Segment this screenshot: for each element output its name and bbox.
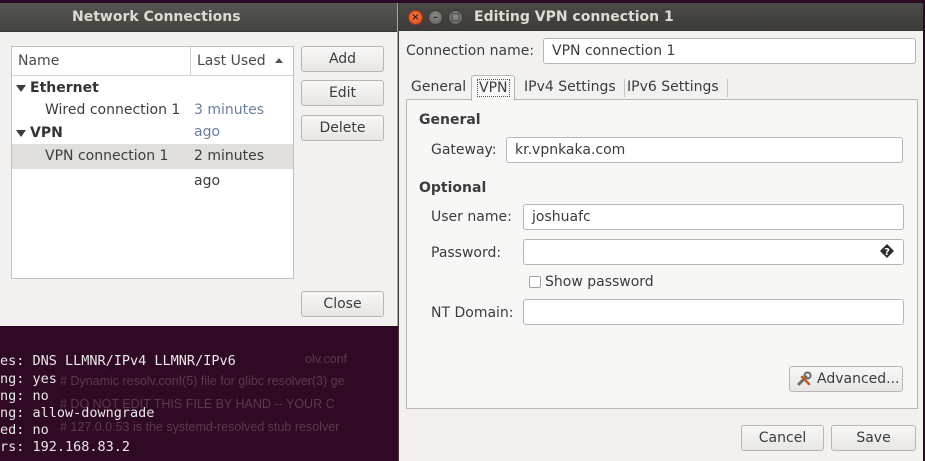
network-connections-window: Network Connections Name Last Used Ether… [0,3,398,326]
connection-last-used: 2 minutes ago [194,148,265,189]
tree-row-vpn-connection-1[interactable]: VPN connection 1 2 minutes ago [12,144,293,189]
save-button[interactable]: Save [831,425,916,451]
add-button[interactable]: Add [301,46,384,72]
tab-vpn[interactable]: VPN [471,75,515,101]
tree-row-wired-connection-1[interactable]: Wired connection 1 3 minutes ago [12,99,293,140]
tab-label: IPv6 Settings [627,79,719,95]
advanced-button[interactable]: Advanced... [789,366,903,392]
password-field[interactable] [523,239,904,265]
terminal-line: ng: yes [0,371,57,387]
general-heading: General [419,112,481,128]
advanced-label: Advanced... [817,371,900,387]
tab-ipv4-settings[interactable]: IPv4 Settings [519,75,625,101]
connection-name: VPN connection 1 [45,148,169,164]
edit-button[interactable]: Edit [301,80,384,106]
terminal-window: olv.conf # Dynamic resolv.conf(5) file f… [0,325,400,461]
editing-vpn-window: × – □ Editing VPN connection 1 Connectio… [398,3,923,461]
terminal-ghost-line: # Dynamic resolv.conf(5) file for glibc … [60,374,345,388]
window-maximize-icon[interactable]: □ [448,10,463,25]
sort-ascending-icon [275,58,283,63]
window-title: Editing VPN connection 1 [474,9,674,25]
gateway-field[interactable]: kr.vpnkaka.com [506,137,903,163]
delete-button[interactable]: Delete [301,115,384,141]
nt-domain-label: NT Domain: [431,305,514,321]
tools-icon [796,371,812,387]
network-connections-titlebar[interactable]: Network Connections [0,3,397,32]
vpn-editor-titlebar[interactable]: × – □ Editing VPN connection 1 [399,3,923,31]
window-minimize-icon[interactable]: – [428,10,443,25]
terminal-line: rs: 192.168.83.2 [0,439,131,455]
username-field[interactable]: joshuafc [523,204,904,230]
close-button[interactable]: Close [301,291,384,317]
group-label: VPN [30,125,63,141]
password-label: Password: [431,245,502,261]
terminal-line: ng: no [0,388,49,404]
group-label: Ethernet [30,80,99,96]
expander-down-icon[interactable] [16,130,26,137]
terminal-ghost-line: olv.conf [305,352,348,366]
connection-name-label: Connection name: [406,43,535,59]
tree-group-vpn[interactable]: VPN [12,122,293,144]
nt-domain-field[interactable] [523,299,904,325]
show-password-label[interactable]: Show password [545,274,654,290]
password-options-icon[interactable]: ? [879,243,895,259]
expander-down-icon[interactable] [16,85,26,92]
connections-tree[interactable]: Name Last Used Ethernet Wired connection… [11,46,294,279]
tree-header: Name Last Used [12,47,293,76]
tab-label: IPv4 Settings [524,79,616,95]
show-password-checkbox[interactable] [529,276,541,288]
window-close-icon[interactable]: × [408,10,423,25]
username-label: User name: [431,209,512,225]
terminal-line: ng: allow-downgrade [0,405,155,421]
connection-name: Wired connection 1 [45,102,181,118]
optional-heading: Optional [419,180,487,196]
tab-label: General [411,79,467,95]
terminal-line: es: DNS LLMNR/IPv4 LLMNR/IPv6 [0,353,236,369]
window-title: Network Connections [72,9,241,25]
terminal-ghost-line: # 127.0.0.53 is the systemd-resolved stu… [60,420,340,434]
gateway-label: Gateway: [431,142,497,158]
tab-general[interactable]: General [406,75,470,101]
cancel-button[interactable]: Cancel [741,425,824,451]
column-header-last-used[interactable]: Last Used [197,53,266,69]
column-header-name[interactable]: Name [18,53,59,69]
terminal-line: ed: no [0,422,49,438]
tree-group-ethernet[interactable]: Ethernet [12,77,293,99]
svg-text:?: ? [884,247,890,258]
tab-label: VPN [477,79,510,97]
connection-name-field[interactable]: VPN connection 1 [543,38,916,64]
tab-ipv6-settings[interactable]: IPv6 Settings [622,75,728,101]
